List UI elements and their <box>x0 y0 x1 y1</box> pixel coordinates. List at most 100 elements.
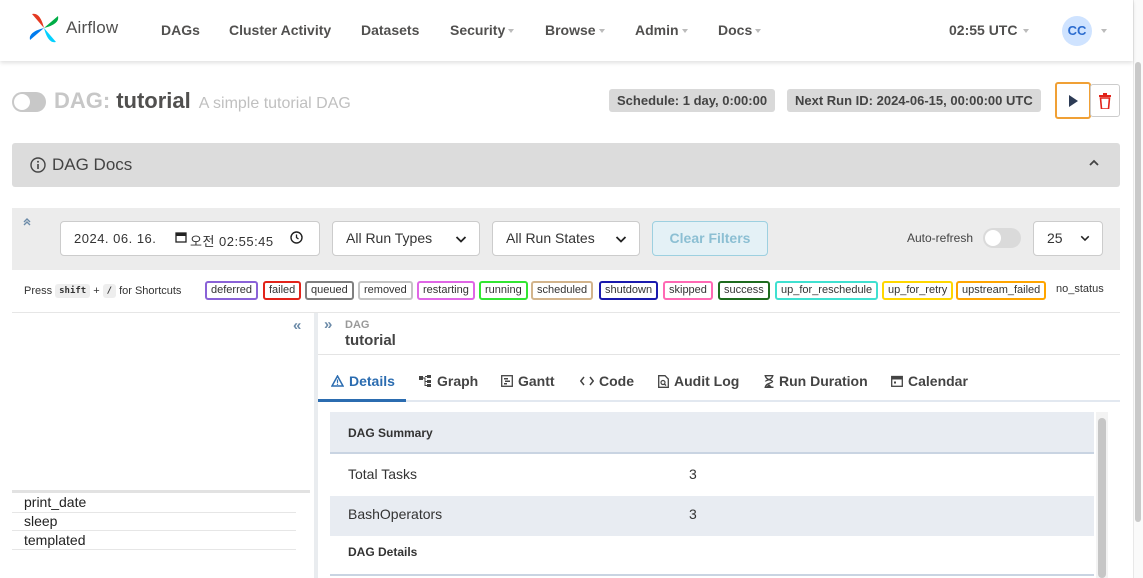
page-scrollbar-thumb[interactable] <box>1135 62 1141 522</box>
dag-docs-panel[interactable]: DAG Docs <box>12 143 1120 187</box>
tab-audit-log[interactable]: Audit Log <box>658 373 739 389</box>
breadcrumb-divider <box>318 354 1120 355</box>
state-legend-no-status[interactable]: no_status <box>1056 283 1104 295</box>
tab-gantt[interactable]: Gantt <box>501 373 555 389</box>
panel-resize-handle[interactable] <box>314 313 318 578</box>
state-legend-failed[interactable]: failed <box>263 281 302 300</box>
nav-cluster-activity[interactable]: Cluster Activity <box>229 22 331 38</box>
state-legend-removed[interactable]: removed <box>358 281 413 300</box>
dag-prefix: DAG: <box>54 88 111 113</box>
shortcuts-hint: Press shift + / for Shortcuts <box>24 284 182 298</box>
nav-docs[interactable]: Docs <box>718 22 762 38</box>
caret-down-icon[interactable] <box>1101 29 1107 33</box>
clock-icon[interactable] <box>290 231 303 244</box>
dag-name: tutorial <box>116 88 191 113</box>
info-icon <box>30 157 46 173</box>
state-legend-upstream-failed[interactable]: upstream_failed <box>956 281 1047 300</box>
collapse-filters-icon[interactable] <box>22 217 32 230</box>
calendar-icon <box>891 375 903 387</box>
graph-icon <box>419 375 431 387</box>
state-legend-up-for-retry[interactable]: up_for_retry <box>882 281 954 300</box>
auto-refresh-toggle[interactable] <box>983 228 1021 248</box>
user-avatar[interactable]: CC <box>1062 16 1092 46</box>
state-legend-deferred[interactable]: deferred <box>205 281 258 300</box>
gantt-icon <box>501 375 513 387</box>
row-value-total-tasks: 3 <box>689 466 697 482</box>
dag-details-table: DAG Summary Total Tasks 3 BashOperators … <box>330 412 1096 578</box>
breadcrumb-label: DAG <box>345 319 370 331</box>
row-key-bash-operators: BashOperators <box>348 506 443 522</box>
nav-dags[interactable]: DAGs <box>161 22 200 38</box>
run-states-select[interactable]: All Run States <box>492 221 640 256</box>
kbd-slash: / <box>102 284 117 298</box>
page-size-select[interactable]: 25 <box>1033 221 1103 256</box>
dag-pause-toggle[interactable] <box>12 92 46 112</box>
state-legend-running[interactable]: running <box>479 281 528 300</box>
state-legend-queued[interactable]: queued <box>305 281 354 300</box>
task-row-divider <box>12 549 296 550</box>
airflow-pinwheel-icon <box>29 13 59 43</box>
base-time-value[interactable]: 오전 02:55:45 <box>190 231 274 250</box>
state-legend-skipped[interactable]: skipped <box>663 281 713 300</box>
table-row: BashOperators 3 <box>330 496 1094 536</box>
caret-down-icon <box>681 29 688 34</box>
breadcrumb-dag-name[interactable]: tutorial <box>345 332 396 349</box>
row-key-total-tasks: Total Tasks <box>348 466 417 482</box>
audit-log-icon <box>658 374 669 388</box>
task-print-date[interactable]: print_date <box>24 494 86 510</box>
expand-grid-icon[interactable]: » <box>324 316 332 333</box>
tab-code[interactable]: Code <box>580 373 634 389</box>
caret-down-icon <box>1023 29 1030 34</box>
dag-description: A simple tutorial DAG <box>198 95 351 112</box>
nav-admin[interactable]: Admin <box>635 22 688 38</box>
calendar-icon[interactable] <box>175 231 187 243</box>
hourglass-icon <box>764 374 774 388</box>
trigger-dag-button[interactable] <box>1055 82 1091 119</box>
play-icon <box>1069 94 1078 107</box>
nav-datasets[interactable]: Datasets <box>361 22 419 38</box>
tab-run-duration[interactable]: Run Duration <box>764 373 868 389</box>
code-icon <box>580 376 594 386</box>
chevron-down-icon <box>615 236 627 243</box>
caret-down-icon <box>755 29 762 34</box>
task-sleep[interactable]: sleep <box>24 513 57 529</box>
trash-icon <box>1099 92 1111 109</box>
task-templated[interactable]: templated <box>24 532 85 548</box>
clear-filters-button[interactable]: Clear Filters <box>652 221 768 256</box>
task-list-divider <box>12 490 310 493</box>
row-value-bash-operators: 3 <box>689 506 697 522</box>
task-row-divider <box>12 530 296 531</box>
brand-name: Airflow <box>66 18 119 37</box>
auto-refresh-label: Auto-refresh <box>907 231 974 245</box>
details-scrollbar-thumb[interactable] <box>1098 418 1106 578</box>
tab-graph[interactable]: Graph <box>419 373 478 389</box>
chevron-up-icon[interactable] <box>1088 157 1100 169</box>
run-types-select[interactable]: All Run Types <box>332 221 480 256</box>
chevron-down-icon <box>455 236 467 243</box>
table-row: Total Tasks 3 <box>330 456 1094 496</box>
next-run-badge: Next Run ID: 2024-06-15, 00:00:00 UTC <box>787 89 1041 112</box>
dag-details-heading: DAG Details <box>330 536 1094 576</box>
state-legend-shutdown[interactable]: shutdown <box>599 281 659 300</box>
warning-triangle-icon <box>331 375 344 387</box>
utc-time[interactable]: 02:55 UTC <box>949 22 1030 38</box>
airflow-logo[interactable]: Airflow <box>26 10 118 46</box>
tab-details[interactable]: Details <box>331 373 395 389</box>
tab-calendar[interactable]: Calendar <box>891 373 968 389</box>
caret-down-icon <box>598 29 605 34</box>
delete-dag-button[interactable] <box>1090 84 1120 117</box>
state-legend-up-for-reschedule[interactable]: up_for_reschedule <box>775 281 879 300</box>
dag-docs-title: DAG Docs <box>30 155 132 175</box>
kbd-shift: shift <box>55 284 91 298</box>
nav-security[interactable]: Security <box>450 22 515 38</box>
nav-browse[interactable]: Browse <box>545 22 605 38</box>
chevron-down-icon <box>1080 235 1090 242</box>
caret-down-icon <box>508 29 515 34</box>
state-legend-restarting[interactable]: restarting <box>417 281 475 300</box>
tabs-underline <box>318 400 1120 402</box>
state-legend-success[interactable]: success <box>718 281 770 300</box>
top-navbar: Airflow DAGs Cluster Activity Datasets S… <box>0 0 1133 61</box>
collapse-grid-icon[interactable]: « <box>293 317 301 334</box>
state-legend-scheduled[interactable]: scheduled <box>531 281 594 300</box>
dag-header: DAG: tutorial A simple tutorial DAG <box>12 88 351 114</box>
